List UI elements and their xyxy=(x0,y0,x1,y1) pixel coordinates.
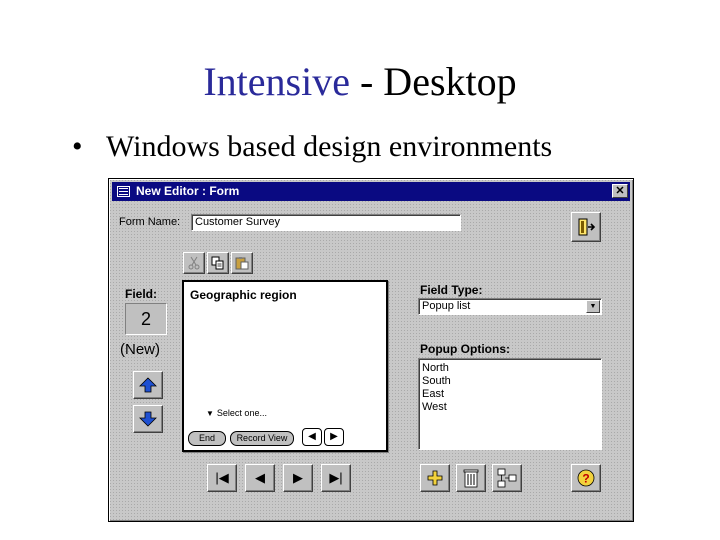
preview-dropdown-placeholder: Select one... xyxy=(216,408,267,418)
paste-button[interactable] xyxy=(231,252,253,274)
field-state: (New) xyxy=(120,341,160,358)
window-form-icon xyxy=(117,186,130,197)
arrow-down-icon xyxy=(139,411,157,427)
list-item[interactable]: East xyxy=(422,388,598,401)
window-title: New Editor : Form xyxy=(136,184,240,198)
last-record-button[interactable]: ▶| xyxy=(321,464,351,492)
cut-button[interactable] xyxy=(183,252,205,274)
exit-button[interactable] xyxy=(571,212,601,242)
help-icon: ? xyxy=(577,469,595,487)
preview-field-title: Geographic region xyxy=(190,288,297,302)
prev-record-button[interactable]: ◀ xyxy=(245,464,275,492)
move-up-button[interactable] xyxy=(133,371,163,399)
copy-button[interactable] xyxy=(207,252,229,274)
field-preview-panel: Geographic region ▼ Select one... End Rec… xyxy=(182,280,388,452)
field-type-label: Field Type: xyxy=(420,283,483,297)
arrow-up-icon xyxy=(139,377,157,393)
slide-title: Intensive - Desktop xyxy=(0,58,720,105)
preview-next-button[interactable]: ▶ xyxy=(324,428,344,446)
structure-icon xyxy=(497,468,517,488)
bullet-glyph: • xyxy=(72,130,83,163)
add-field-button[interactable] xyxy=(420,464,450,492)
slide-title-rest: - Desktop xyxy=(349,59,517,104)
field-label: Field: xyxy=(125,287,157,301)
slide-bullet: • Windows based design environments xyxy=(72,130,552,164)
end-button[interactable]: End xyxy=(188,431,226,446)
editor-window: New Editor : Form ✕ Form Name: Customer … xyxy=(108,178,634,522)
window-titlebar[interactable]: New Editor : Form ✕ xyxy=(112,182,630,201)
exit-door-icon xyxy=(578,218,596,236)
first-record-button[interactable]: |◀ xyxy=(207,464,237,492)
copy-icon xyxy=(211,256,224,270)
plus-icon xyxy=(427,470,443,486)
preview-prev-button[interactable]: ◀ xyxy=(302,428,322,446)
next-record-button[interactable]: ▶ xyxy=(283,464,313,492)
help-button[interactable]: ? xyxy=(571,464,601,492)
svg-text:?: ? xyxy=(582,472,589,486)
list-item[interactable]: South xyxy=(422,375,598,388)
list-item[interactable]: North xyxy=(422,362,598,375)
list-item[interactable]: West xyxy=(422,401,598,414)
structure-button[interactable] xyxy=(492,464,522,492)
move-down-button[interactable] xyxy=(133,405,163,433)
popup-options-list[interactable]: North South East West xyxy=(418,358,602,450)
paste-icon xyxy=(235,257,249,270)
popup-options-label: Popup Options: xyxy=(420,342,510,356)
form-name-input[interactable]: Customer Survey xyxy=(191,214,461,231)
form-name-label: Form Name: xyxy=(119,216,181,228)
field-type-select[interactable]: Popup list ▼ xyxy=(418,298,602,315)
delete-field-button[interactable] xyxy=(456,464,486,492)
trash-icon xyxy=(463,469,479,488)
bullet-text: Windows based design environments xyxy=(106,130,553,163)
field-type-value: Popup list xyxy=(422,300,471,312)
chevron-down-icon[interactable]: ▼ xyxy=(586,300,600,313)
record-view-button[interactable]: Record View xyxy=(230,431,294,446)
field-number: 2 xyxy=(125,303,167,335)
preview-dropdown[interactable]: ▼ Select one... xyxy=(206,408,267,418)
chevron-down-icon: ▼ xyxy=(206,409,214,418)
slide-title-accent: Intensive xyxy=(203,59,350,104)
close-button[interactable]: ✕ xyxy=(612,184,628,198)
scissors-icon xyxy=(188,256,200,270)
